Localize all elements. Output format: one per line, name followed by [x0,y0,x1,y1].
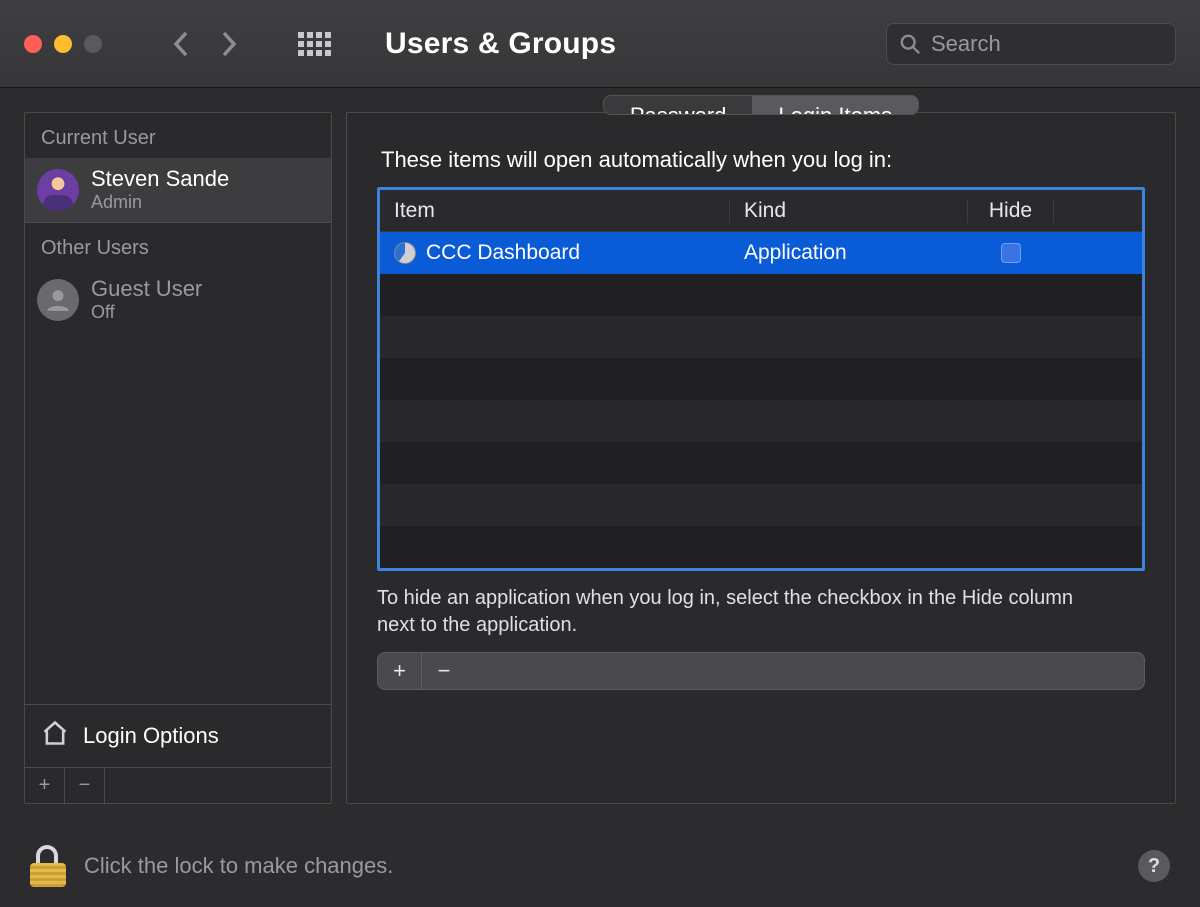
table-row[interactable] [380,316,1142,358]
app-icon [394,242,416,264]
table-row[interactable]: CCC Dashboard Application [380,232,1142,274]
home-icon [41,719,69,753]
item-kind: Application [730,241,968,265]
minimize-window-button[interactable] [54,35,72,53]
current-user-header: Current User [25,113,331,158]
remove-user-button[interactable]: − [65,768,105,803]
main-panel: Password Login Items These items will op… [346,112,1176,804]
column-kind[interactable]: Kind [730,199,968,223]
table-row[interactable] [380,400,1142,442]
add-login-item-button[interactable]: + [378,653,422,689]
tab-segmented-control: Password Login Items [603,95,919,115]
add-user-button[interactable]: + [25,768,65,803]
table-header: Item Kind Hide [380,190,1142,232]
lock-text: Click the lock to make changes. [84,853,393,879]
table-row[interactable] [380,526,1142,568]
remove-login-item-button[interactable]: − [422,653,466,689]
login-items-add-remove: + − [377,652,1145,690]
lock-icon[interactable] [30,845,66,887]
login-items-hint: To hide an application when you log in, … [347,571,1107,649]
sidebar-user-current[interactable]: Steven Sande Admin [25,158,331,222]
user-status: Off [91,302,202,324]
window-title: Users & Groups [385,27,616,61]
content: Current User Steven Sande Admin Other Us… [0,88,1200,828]
avatar [37,169,79,211]
user-name: Guest User [91,276,202,302]
tab-login-items[interactable]: Login Items [752,96,918,114]
column-item[interactable]: Item [380,199,730,223]
help-button[interactable]: ? [1138,850,1170,882]
sidebar-user-guest[interactable]: Guest User Off [25,268,331,332]
sidebar-add-remove: + − [25,767,331,803]
search-placeholder: Search [931,31,1001,57]
zoom-window-button[interactable] [84,35,102,53]
show-all-prefs-icon[interactable] [298,32,331,56]
login-items-subtitle: These items will open automatically when… [347,133,1175,187]
user-role: Admin [91,192,229,214]
table-row[interactable] [380,274,1142,316]
login-items-table[interactable]: Item Kind Hide CCC Dashboard Application [377,187,1145,571]
avatar [37,279,79,321]
search-icon [899,33,921,55]
hide-checkbox[interactable] [1001,243,1021,263]
user-name: Steven Sande [91,166,229,192]
back-button[interactable] [166,29,196,59]
item-name: CCC Dashboard [426,241,580,265]
login-options-label: Login Options [83,723,219,749]
table-row[interactable] [380,358,1142,400]
login-options-button[interactable]: Login Options [25,704,331,767]
forward-button[interactable] [214,29,244,59]
column-hide[interactable]: Hide [968,199,1054,223]
table-body: CCC Dashboard Application [380,232,1142,568]
search-input[interactable]: Search [886,23,1176,65]
table-row[interactable] [380,442,1142,484]
toolbar: Users & Groups Search [0,0,1200,88]
tab-password[interactable]: Password [604,96,753,114]
table-row[interactable] [380,484,1142,526]
close-window-button[interactable] [24,35,42,53]
user-sidebar: Current User Steven Sande Admin Other Us… [24,112,332,804]
nav-arrows [166,29,244,59]
window-controls [24,35,102,53]
other-users-header: Other Users [25,223,331,268]
lock-row: Click the lock to make changes. ? [30,845,1170,887]
